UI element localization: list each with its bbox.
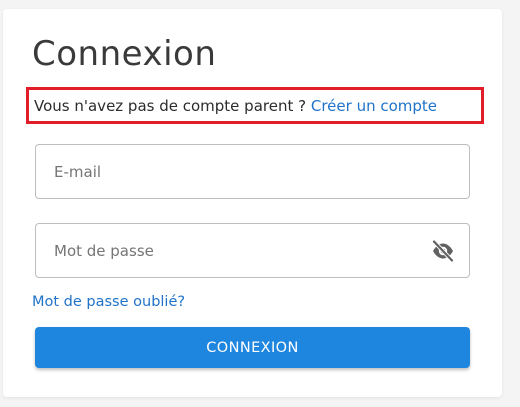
email-field-wrapper <box>35 144 470 199</box>
page-title: Connexion <box>32 34 217 74</box>
email-field[interactable] <box>54 145 424 198</box>
signup-prompt: Vous n'avez pas de compte parent ? Créer… <box>34 97 437 115</box>
eye-slash-icon[interactable] <box>431 239 455 263</box>
create-account-link[interactable]: Créer un compte <box>311 97 437 115</box>
password-field-wrapper <box>35 223 470 278</box>
forgot-password-link[interactable]: Mot de passe oublié? <box>32 293 185 311</box>
signup-prompt-text: Vous n'avez pas de compte parent ? <box>34 97 311 115</box>
login-button[interactable]: CONNEXION <box>35 327 470 368</box>
password-field[interactable] <box>54 224 424 277</box>
